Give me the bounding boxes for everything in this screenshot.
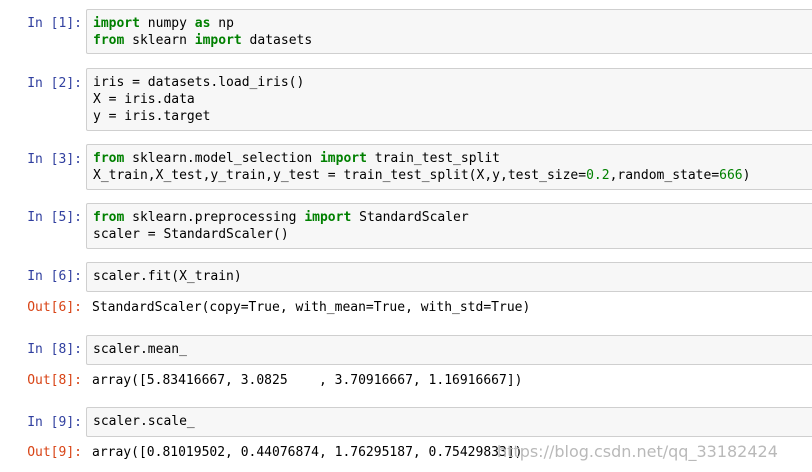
code-token: sklearn.preprocessing: [124, 210, 305, 225]
code-token: sklearn.model_selection: [124, 151, 320, 166]
code-line: from sklearn.model_selection import trai…: [93, 150, 811, 167]
code-token: ): [742, 168, 751, 183]
code-editor[interactable]: scaler.scale_: [86, 407, 812, 437]
code-editor[interactable]: scaler.mean_: [86, 335, 812, 365]
code-editor[interactable]: from sklearn.preprocessing import Standa…: [86, 203, 812, 249]
code-line: scaler.scale_: [93, 413, 811, 430]
code-token: scaler = StandardScaler(): [93, 227, 289, 242]
in-prompt: In [9]:: [27, 415, 82, 430]
code-line: import numpy as np: [93, 15, 811, 32]
code-editor[interactable]: iris = datasets.load_iris() X = iris.data…: [86, 68, 812, 131]
code-keyword: import: [194, 33, 242, 48]
in-prompt: In [8]:: [27, 342, 82, 357]
in-prompt: In [5]:: [27, 210, 82, 225]
code-token: datasets: [241, 33, 313, 48]
code-keyword: from: [93, 210, 125, 225]
code-line: scaler.mean_: [93, 341, 811, 358]
code-token: X_train,X_test,y_train,y_test = train_te…: [93, 168, 587, 183]
code-number: 0.2: [586, 168, 610, 183]
code-keyword: import: [319, 151, 367, 166]
code-token: ,random_state=: [609, 168, 720, 183]
in-prompt: In [6]:: [27, 269, 82, 284]
watermark: https://blog.csdn.net/qq_33182424: [497, 442, 778, 461]
code-keyword: as: [194, 16, 211, 31]
code-editor[interactable]: scaler.fit(X_train): [86, 262, 812, 292]
in-prompt: In [2]:: [27, 76, 82, 91]
code-number: 666: [719, 168, 743, 183]
code-keyword: from: [93, 151, 125, 166]
code-editor[interactable]: from sklearn.model_selection import trai…: [86, 144, 812, 190]
code-line: from sklearn.preprocessing import Standa…: [93, 209, 811, 226]
code-line: scaler = StandardScaler(): [93, 226, 811, 243]
cell-output: StandardScaler(copy=True, with_mean=True…: [92, 300, 531, 315]
code-token: scaler.scale_: [93, 414, 195, 429]
cell-output: array([0.81019502, 0.44076874, 1.7629518…: [92, 445, 523, 460]
code-line: scaler.fit(X_train): [93, 268, 811, 285]
code-line: from sklearn import datasets: [93, 32, 811, 49]
code-token: StandardScaler: [351, 210, 469, 225]
code-token: np: [210, 16, 234, 31]
code-line: X_train,X_test,y_train,y_test = train_te…: [93, 167, 811, 184]
code-line: X = iris.data: [93, 91, 811, 108]
code-token: y = iris.target: [93, 109, 211, 124]
code-token: numpy: [139, 16, 195, 31]
code-token: train_test_split: [366, 151, 501, 166]
in-prompt: In [3]:: [27, 152, 82, 167]
code-line: y = iris.target: [93, 108, 811, 125]
code-line: iris = datasets.load_iris(): [93, 74, 811, 91]
code-token: iris = datasets.load_iris(): [93, 75, 305, 90]
cell-output: array([5.83416667, 3.0825 , 3.70916667, …: [92, 373, 523, 388]
code-editor[interactable]: import numpy as np from sklearn import da…: [86, 9, 812, 54]
out-prompt: Out[8]:: [27, 373, 82, 388]
in-prompt: In [1]:: [27, 16, 82, 31]
code-keyword: import: [304, 210, 352, 225]
code-token: scaler.mean_: [93, 342, 187, 357]
code-keyword: from: [93, 33, 125, 48]
out-prompt: Out[9]:: [27, 445, 82, 460]
code-keyword: import: [93, 16, 140, 31]
out-prompt: Out[6]:: [27, 300, 82, 315]
code-token: sklearn: [124, 33, 195, 48]
notebook: In [1]: import numpy as np from sklearn i…: [0, 0, 812, 472]
code-token: scaler.fit(X_train): [93, 269, 242, 284]
code-token: X = iris.data: [93, 92, 195, 107]
